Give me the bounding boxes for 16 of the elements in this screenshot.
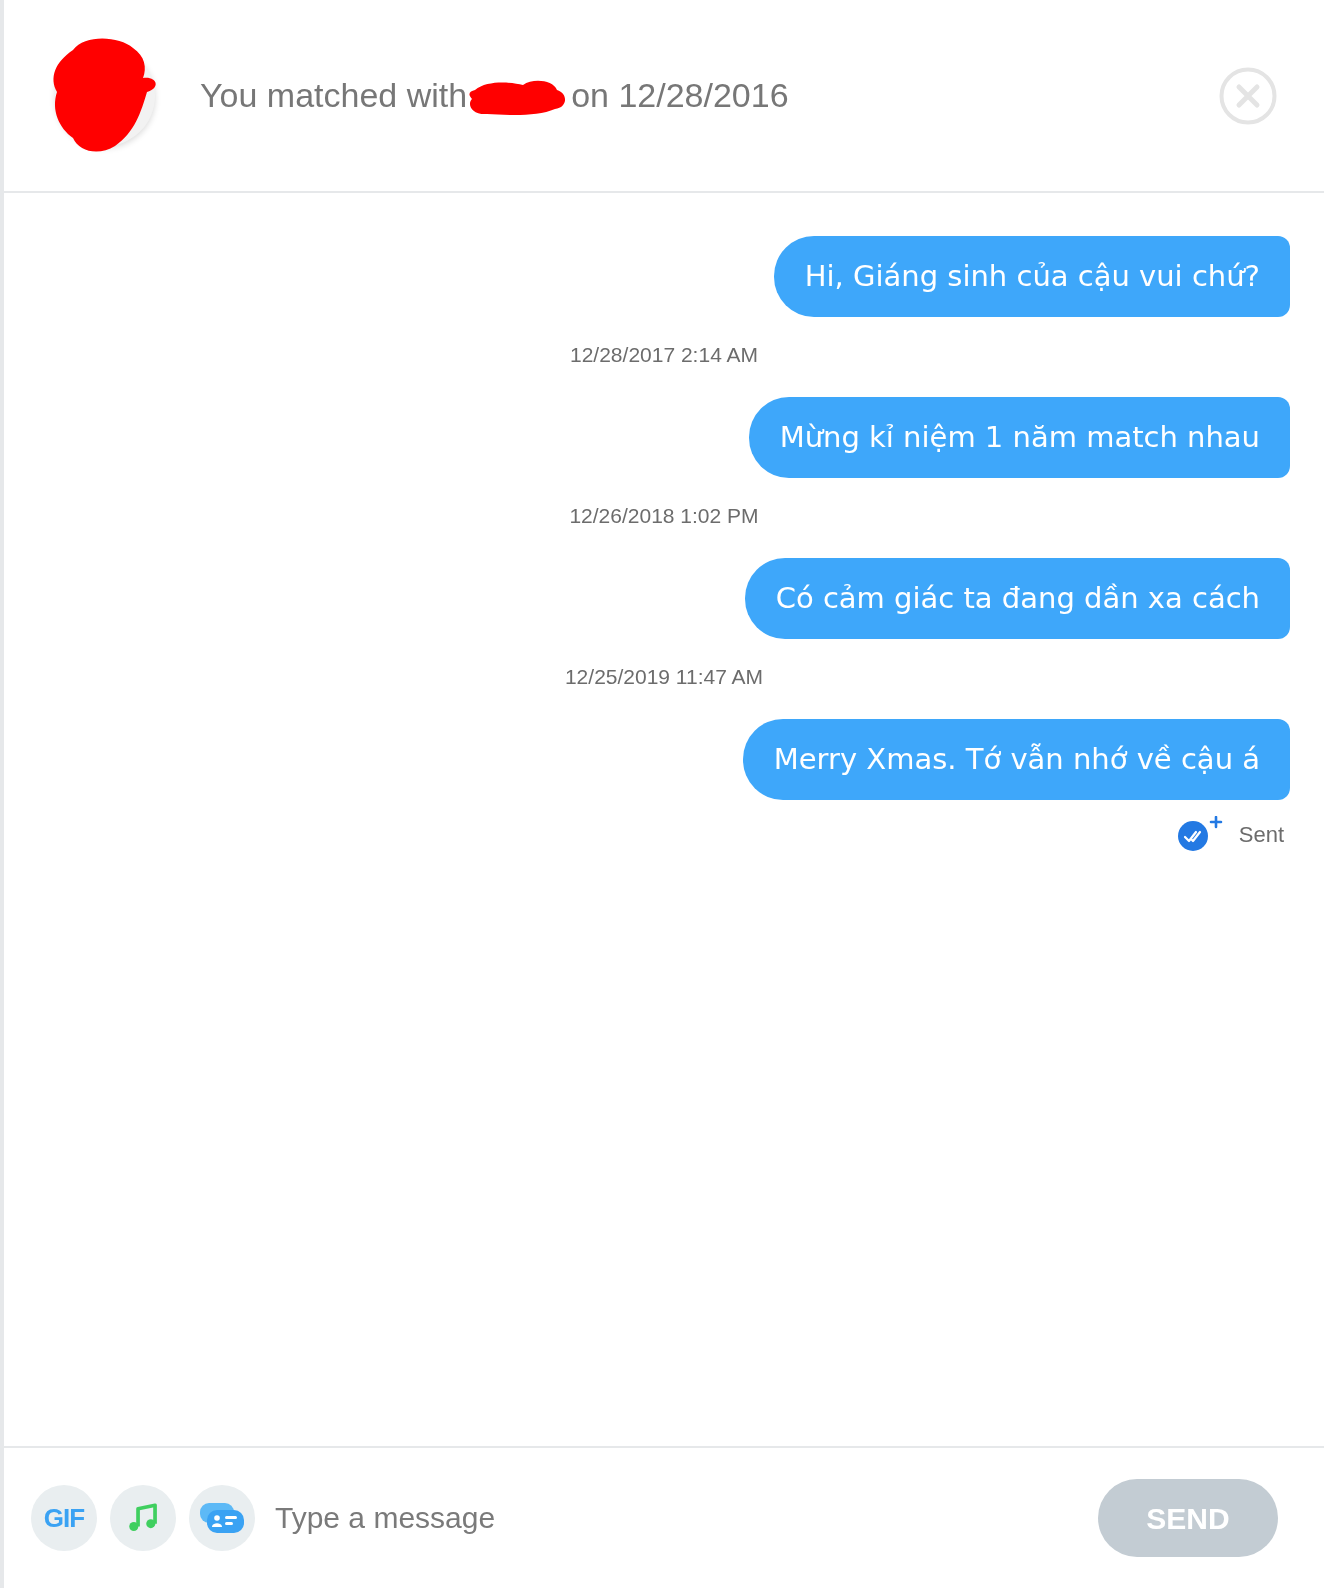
message-bubble: Mừng kỉ niệm 1 năm match nhau <box>748 397 1290 478</box>
message-bubble: Hi, Giáng sinh của cậu vui chứ? <box>773 236 1290 317</box>
sent-status: Sent <box>1238 820 1284 849</box>
message-bubble: Có cảm giác ta đang dần xa cách <box>744 558 1290 639</box>
message-bubble: Merry Xmas. Tớ vẫn nhớ về cậu á <box>742 719 1290 800</box>
close-button[interactable] <box>1219 66 1277 125</box>
gif-button[interactable]: GIF <box>31 1485 97 1551</box>
double-check-icon <box>1176 816 1223 852</box>
message-timestamp: 12/28/2017 2:14 AM <box>570 342 758 368</box>
message-input[interactable]: Type a message <box>275 1488 1098 1548</box>
message-timestamp: 12/25/2019 11:47 AM <box>564 664 764 690</box>
message-timestamp: 12/26/2018 1:02 PM <box>569 503 759 529</box>
match-date: on 12/28/2016 <box>571 75 789 116</box>
match-text: You matched with <box>200 75 468 116</box>
contact-card-icon <box>199 1502 245 1534</box>
close-icon <box>1219 66 1277 125</box>
